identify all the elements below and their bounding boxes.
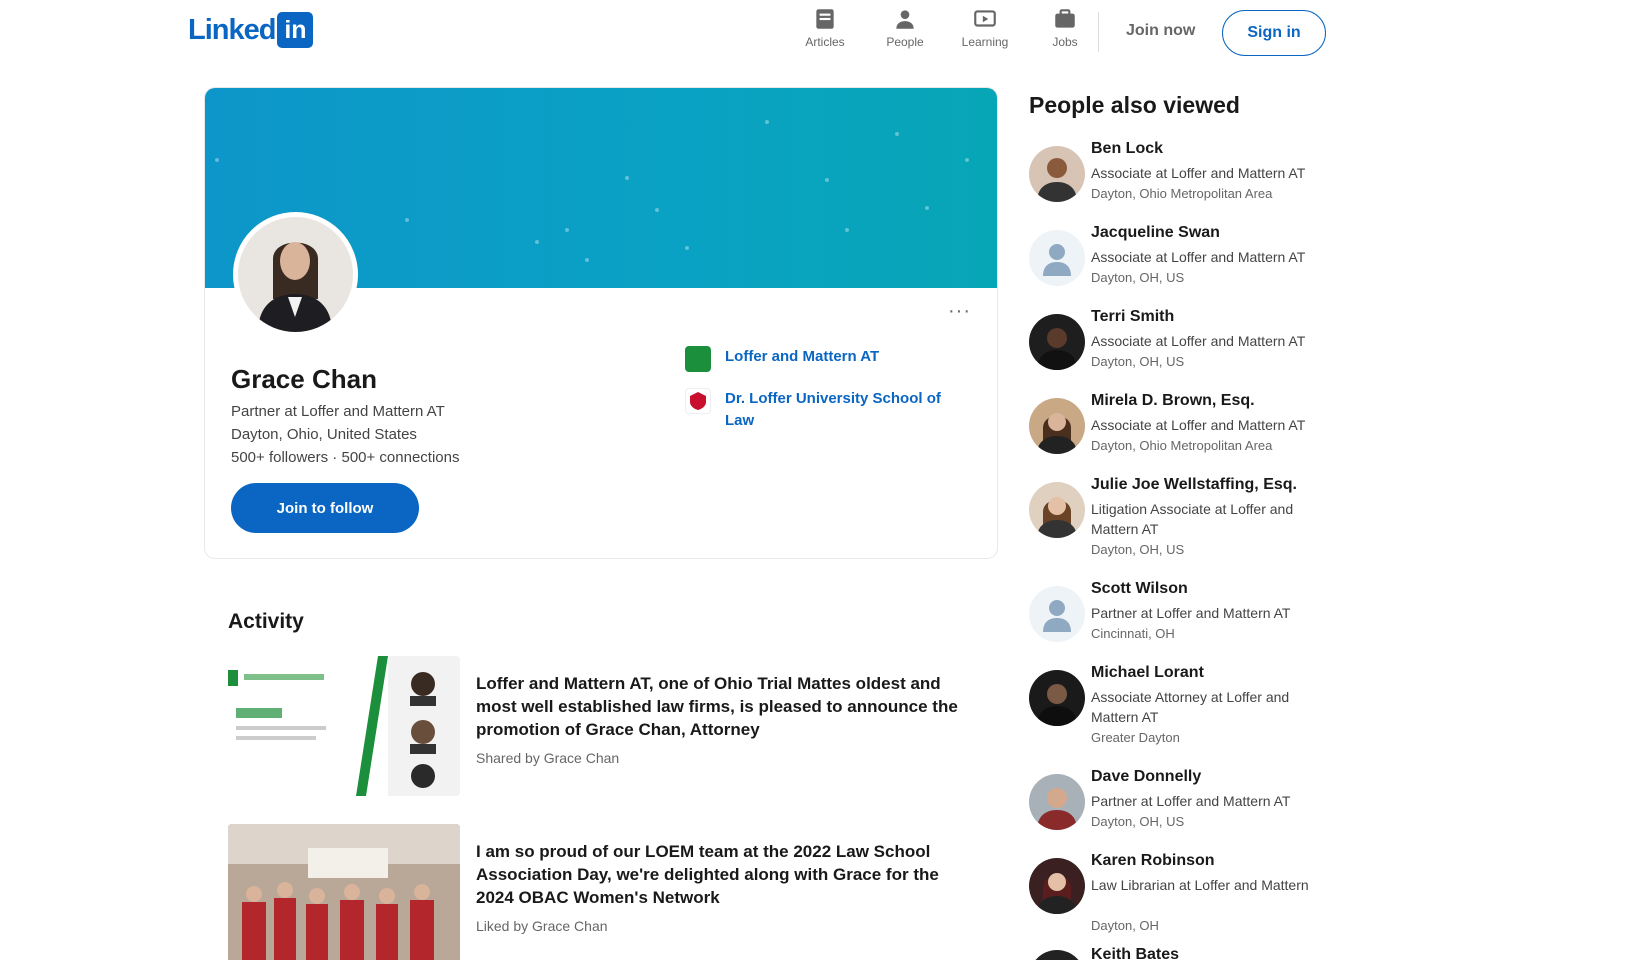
followers-line: 500+ followers · 500+ connections	[231, 449, 460, 466]
person-card[interactable]: Jacqueline Swan Associate at Loffer and …	[1029, 224, 1339, 308]
default-avatar-icon	[1029, 586, 1085, 642]
person-name: Scott Wilson	[1091, 580, 1188, 597]
person-avatar	[1029, 314, 1085, 370]
person-card[interactable]: Dave Donnelly Partner at Loffer and Matt…	[1029, 768, 1339, 852]
headline-line: Partner at Loffer and Mattern AT	[231, 403, 445, 420]
more-options-icon[interactable]: ···	[948, 300, 971, 323]
linkedin-logo[interactable]: Linked in	[188, 12, 314, 48]
person-location: Cincinnati, OH	[1091, 626, 1175, 641]
person-role: Associate at Loffer and Mattern AT	[1091, 333, 1306, 349]
person-role: Partner at Loffer and Mattern AT	[1091, 605, 1291, 621]
person-avatar	[1029, 858, 1085, 914]
post-meta: Liked by Grace Chan	[476, 918, 608, 934]
post-meta: Shared by Grace Chan	[476, 750, 620, 766]
person-role: Partner at Loffer and Mattern AT	[1091, 793, 1291, 809]
experience-company: Loffer and Mattern AT	[725, 348, 880, 365]
post-thumbnail	[228, 656, 460, 796]
person-location: Dayton, OH, US	[1091, 542, 1185, 557]
person-card[interactable]: Ben Lock Associate at Loffer and Mattern…	[1029, 140, 1339, 224]
person-location: Dayton, Ohio Metropolitan Area	[1091, 186, 1273, 201]
nav-items: Articles People Learning Jobs	[785, 6, 1105, 49]
company-logo-icon	[685, 346, 711, 372]
sign-in-button[interactable]: Sign in	[1222, 10, 1326, 56]
logo-wordmark: Linked	[188, 13, 276, 46]
activity-post[interactable]: Loffer and Mattern AT, one of Ohio Trial…	[228, 656, 988, 796]
person-location: Dayton, Ohio Metropolitan Area	[1091, 438, 1273, 453]
person-location: Dayton, OH	[1091, 918, 1159, 933]
school-logo-icon	[685, 388, 711, 414]
person-card[interactable]: Julie Joe Wellstaffing, Esq. Litigation …	[1029, 476, 1339, 560]
person-avatar	[1029, 670, 1085, 726]
nav-item-jobs[interactable]: Jobs	[1025, 6, 1105, 49]
page: Linked in Articles People Learning Jobs …	[0, 0, 1635, 960]
nav-item-people[interactable]: People	[865, 6, 945, 49]
person-role: Law Librarian at Loffer and Mattern	[1091, 877, 1309, 893]
person-role: Associate at Loffer and Mattern AT	[1091, 249, 1306, 265]
person-name: Mirela D. Brown, Esq.	[1091, 392, 1255, 409]
person-location: Greater Dayton	[1091, 730, 1180, 745]
profile-photo	[238, 217, 353, 332]
person-name: Jacqueline Swan	[1091, 224, 1220, 241]
nav-label-people: People	[886, 35, 924, 49]
join-now-link[interactable]: Join now	[1126, 22, 1195, 40]
post-title: I am so proud of our LOEM team at the 20…	[476, 842, 939, 907]
person-card[interactable]: Mirela D. Brown, Esq. Associate at Loffe…	[1029, 392, 1339, 476]
person-avatar	[1029, 774, 1085, 830]
experience-item[interactable]: Loffer and Mattern AT	[685, 346, 955, 372]
location-line: Dayton, Ohio, United States	[231, 426, 417, 443]
person-location: Dayton, OH, US	[1091, 354, 1185, 369]
person-card[interactable]: Keith Bates	[1029, 940, 1339, 960]
post-title: Loffer and Mattern AT, one of Ohio Trial…	[476, 674, 958, 739]
person-card[interactable]: Michael Lorant Associate Attorney at Lof…	[1029, 664, 1339, 748]
person-role: Litigation Associate at Loffer and Matte…	[1091, 501, 1294, 537]
jobs-icon	[1055, 9, 1075, 28]
person-location: Dayton, OH, US	[1091, 270, 1185, 285]
people-also-viewed-heading: People also viewed	[1029, 92, 1240, 118]
person-role: Associate Attorney at Loffer and Mattern…	[1091, 689, 1290, 725]
profile-avatar[interactable]	[233, 212, 358, 337]
person-location: Dayton, OH, US	[1091, 814, 1185, 829]
nav-item-learning[interactable]: Learning	[945, 6, 1025, 49]
learning-icon	[974, 10, 996, 27]
education-item[interactable]: Dr. Loffer University School of Law	[685, 388, 955, 432]
profile-name: Grace Chan	[231, 364, 377, 394]
person-avatar	[1029, 146, 1085, 202]
profile-headline: Partner at Loffer and Mattern AT Dayton,…	[231, 400, 491, 469]
nav-label-articles: Articles	[805, 35, 845, 49]
person-avatar	[1029, 482, 1085, 538]
nav-item-articles[interactable]: Articles	[785, 6, 865, 49]
nav-label-jobs: Jobs	[1052, 35, 1078, 49]
activity-heading: Activity	[228, 610, 304, 633]
post-thumbnail	[228, 824, 460, 960]
logo-mark: in	[277, 12, 314, 48]
person-card[interactable]: Scott Wilson Partner at Loffer and Matte…	[1029, 580, 1339, 664]
articles-icon	[816, 9, 834, 29]
person-name: Dave Donnelly	[1091, 768, 1202, 785]
profile-card: ··· Grace Chan Partner at Loffer and Mat…	[205, 88, 997, 558]
person-name: Julie Joe Wellstaffing, Esq.	[1091, 476, 1297, 493]
education-school: Dr. Loffer University School of Law	[725, 390, 941, 429]
person-role: Associate at Loffer and Mattern AT	[1091, 165, 1306, 181]
person-role: Associate at Loffer and Mattern AT	[1091, 417, 1306, 433]
person-avatar	[1029, 950, 1085, 960]
top-nav: Linked in Articles People Learning Jobs …	[0, 0, 1635, 66]
person-name: Keith Bates	[1091, 946, 1180, 960]
person-card[interactable]: Karen Robinson Law Librarian at Loffer a…	[1029, 852, 1339, 936]
nav-label-learning: Learning	[961, 35, 1009, 49]
people-icon	[896, 10, 914, 29]
person-name: Karen Robinson	[1091, 852, 1215, 869]
follow-button[interactable]: Join to follow	[231, 483, 419, 533]
person-avatar	[1029, 398, 1085, 454]
activity-post[interactable]: I am so proud of our LOEM team at the 20…	[228, 824, 988, 960]
person-name: Michael Lorant	[1091, 664, 1204, 681]
person-name: Terri Smith	[1091, 308, 1175, 325]
nav-divider	[1098, 12, 1099, 52]
person-name: Ben Lock	[1091, 140, 1164, 157]
person-card[interactable]: Terri Smith Associate at Loffer and Matt…	[1029, 308, 1339, 392]
default-avatar-icon	[1029, 230, 1085, 286]
